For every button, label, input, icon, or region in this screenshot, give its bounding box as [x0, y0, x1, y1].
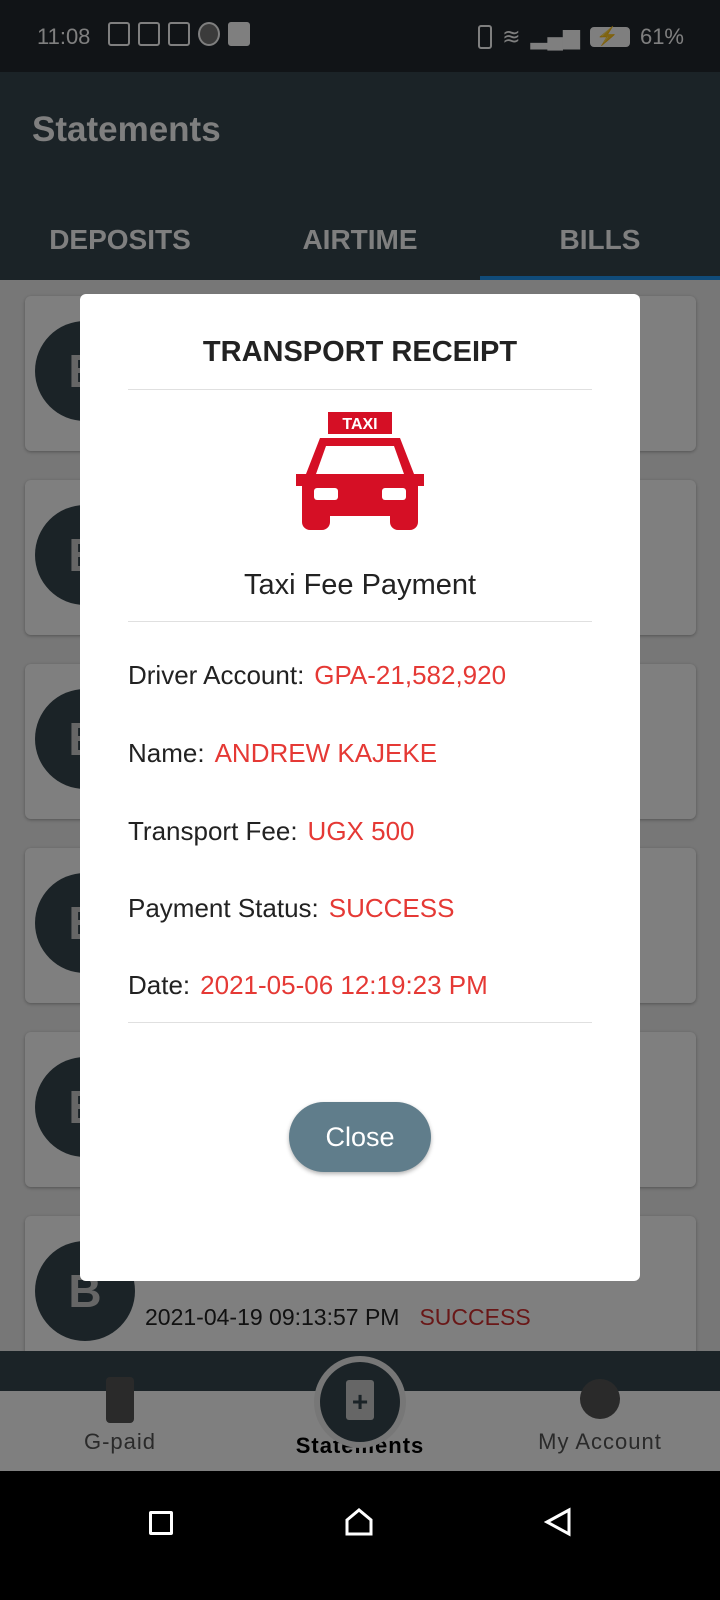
field-driver-account: Driver Account: GPA-21,582,920 [128, 660, 506, 691]
divider [128, 389, 592, 390]
field-date: Date: 2021-05-06 12:19:23 PM [128, 970, 488, 1001]
close-button[interactable]: Close [289, 1102, 431, 1172]
divider [128, 1022, 592, 1023]
field-value: SUCCESS [328, 893, 455, 923]
field-value: GPA-21,582,920 [314, 660, 507, 690]
taxi-icon: TAXI [296, 412, 424, 530]
system-nav-bar [0, 1471, 720, 1600]
recents-icon[interactable] [149, 1511, 173, 1535]
field-payment-status: Payment Status: SUCCESS [128, 893, 454, 924]
field-label: Payment Status: [128, 893, 319, 923]
field-value: UGX 500 [307, 816, 415, 846]
back-icon[interactable] [544, 1507, 572, 1537]
dialog-subtitle: Taxi Fee Payment [243, 569, 477, 601]
field-label: Name: [128, 738, 205, 768]
dialog-title: TRANSPORT RECEIPT [202, 336, 518, 368]
field-label: Date: [128, 970, 191, 1000]
field-value: 2021-05-06 12:19:23 PM [200, 970, 488, 1000]
field-label: Driver Account: [128, 660, 305, 690]
home-icon[interactable] [344, 1507, 374, 1537]
field-transport-fee: Transport Fee: UGX 500 [128, 816, 415, 847]
divider [128, 621, 592, 622]
taxi-sign-text: TAXI [342, 416, 377, 433]
field-value: ANDREW KAJEKE [214, 738, 438, 768]
field-name: Name: ANDREW KAJEKE [128, 738, 437, 769]
field-label: Transport Fee: [128, 816, 298, 846]
transport-receipt-dialog: TRANSPORT RECEIPT TAXI Taxi Fee Payment … [80, 294, 640, 1281]
